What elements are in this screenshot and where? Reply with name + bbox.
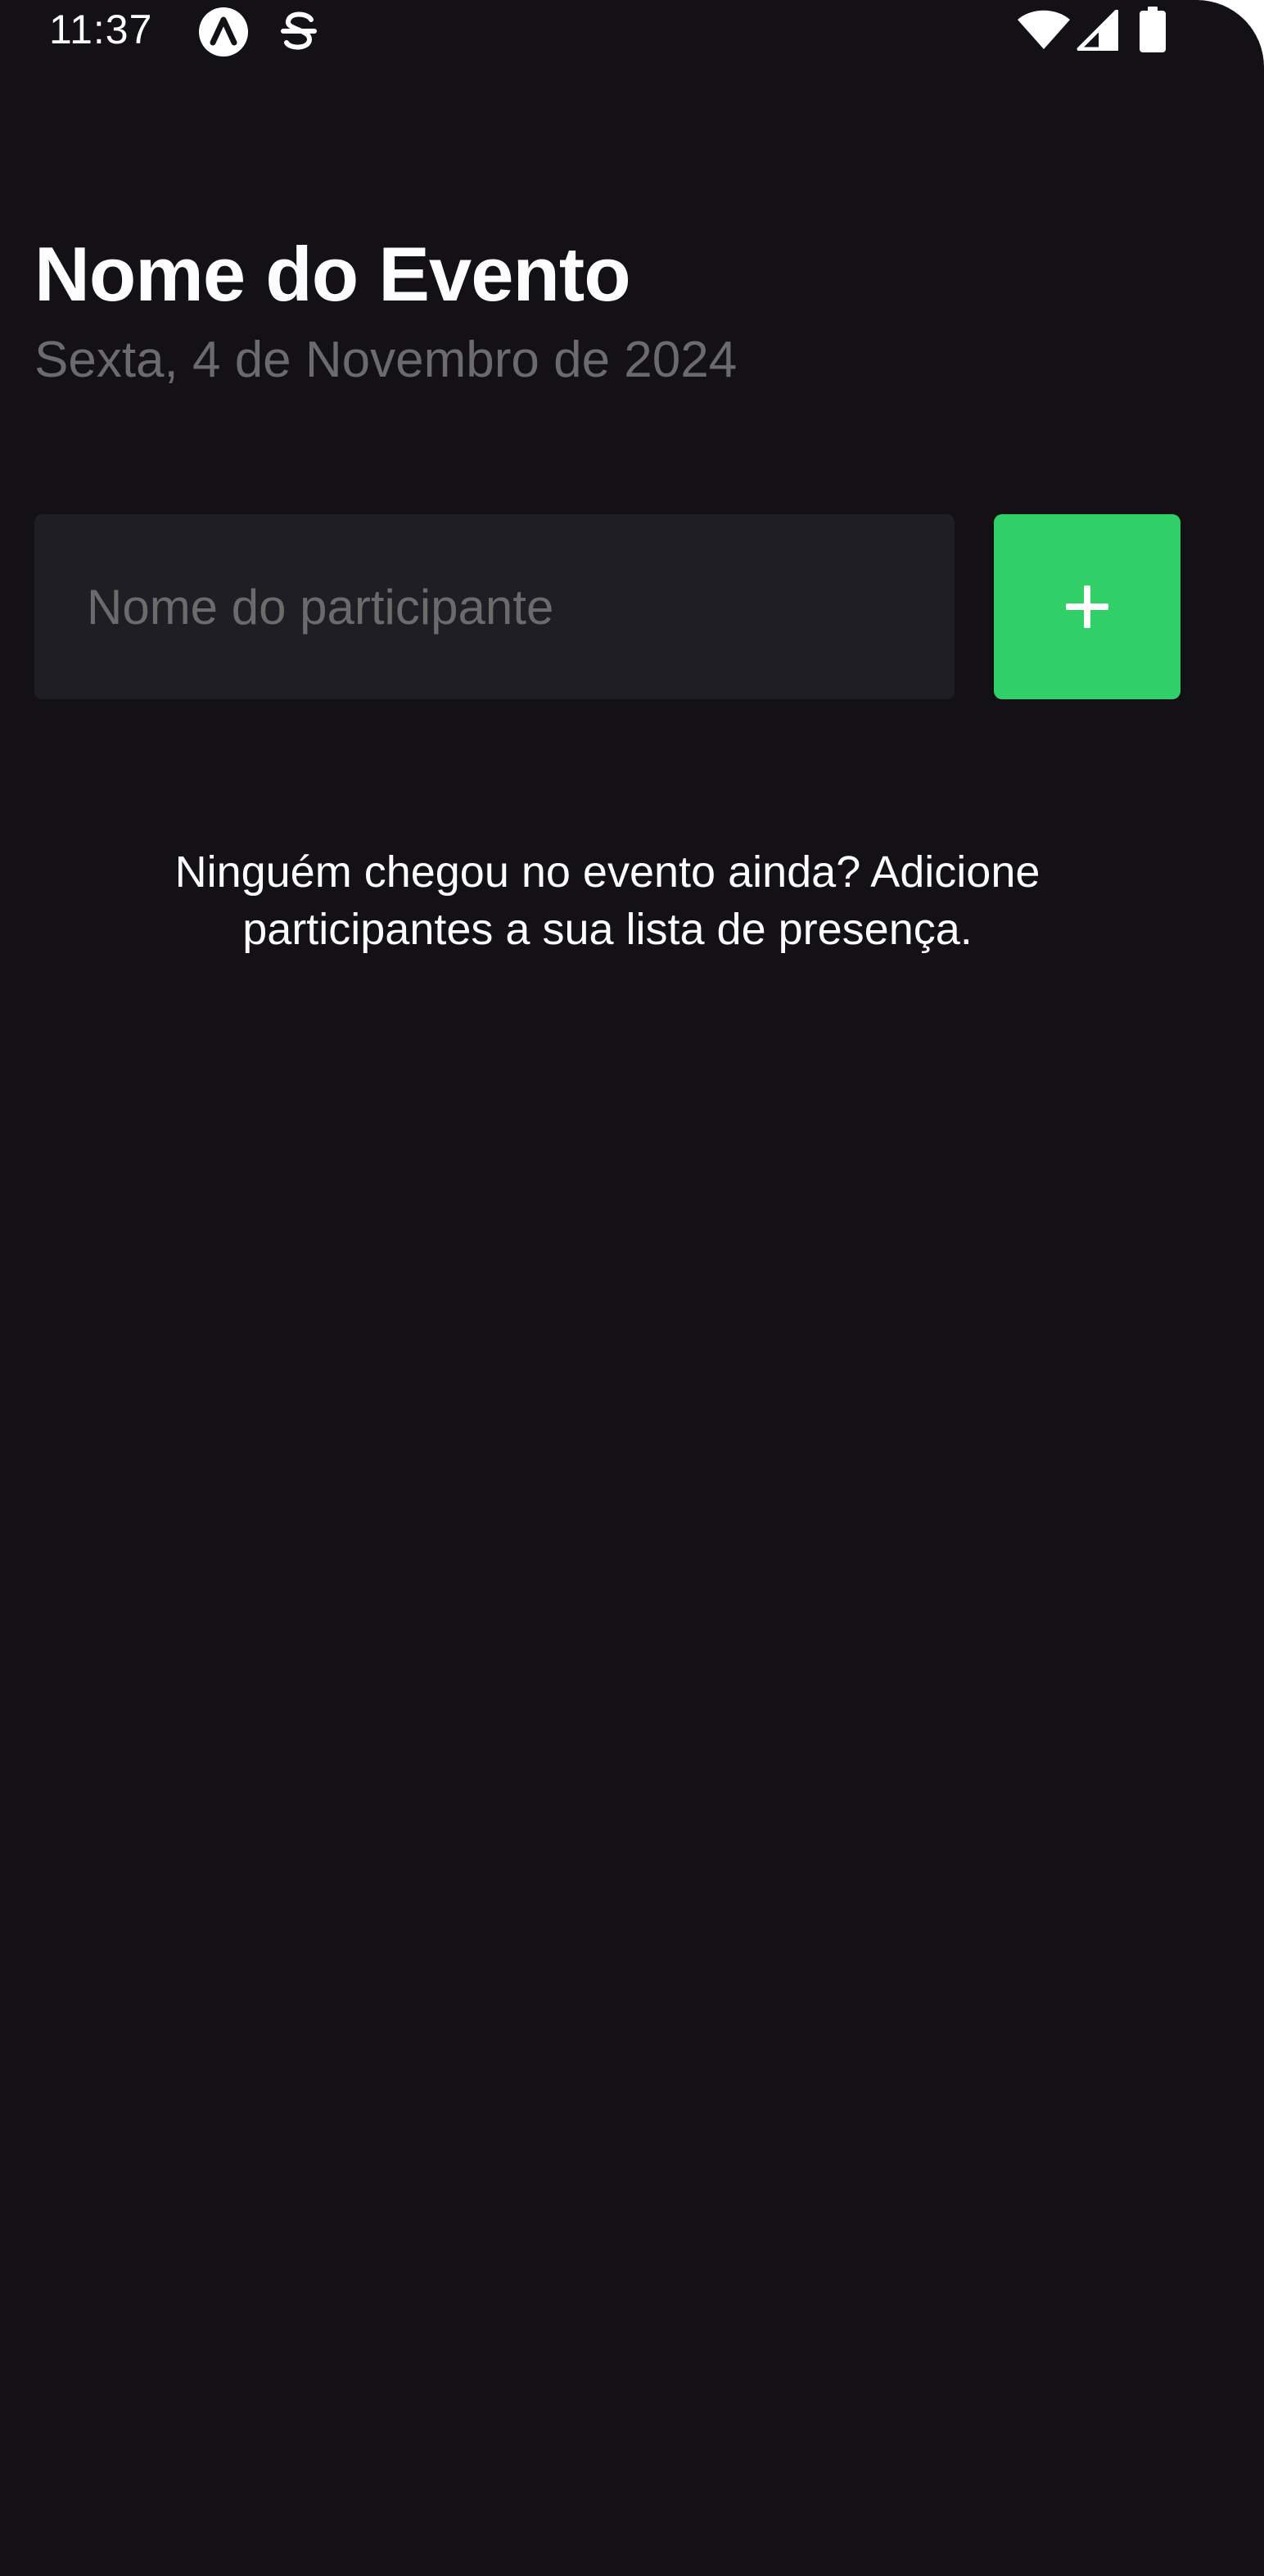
battery-icon xyxy=(1140,7,1166,52)
event-title: Nome do Evento xyxy=(34,231,631,317)
add-participant-button[interactable] xyxy=(994,514,1180,699)
signal-icon xyxy=(1077,10,1118,51)
event-date: Sexta, 4 de Novembro de 2024 xyxy=(34,332,738,388)
app-screen: 11:37 Nome do Evento Sexta, 4 de Novembr… xyxy=(0,0,1264,2576)
plus-icon xyxy=(1066,585,1108,628)
sync-icon xyxy=(281,11,317,50)
empty-list-message: Ninguém chegou no evento ainda? Adicione… xyxy=(174,847,1041,954)
wifi-icon xyxy=(1018,10,1070,49)
status-time: 11:37 xyxy=(49,7,153,52)
status-bar: 11:37 xyxy=(0,0,1264,62)
participant-name-input[interactable] xyxy=(34,514,955,699)
expo-icon xyxy=(199,7,248,56)
